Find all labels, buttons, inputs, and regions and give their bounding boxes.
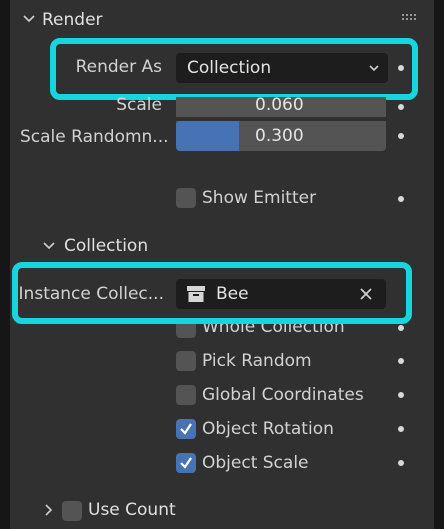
collection-panel-title: Collection (64, 236, 149, 256)
scale-label: Scale (116, 95, 162, 115)
object-rotation-label: Object Rotation (202, 419, 334, 439)
object-rotation-checkbox[interactable] (176, 419, 196, 439)
animate-property-dot[interactable] (398, 358, 404, 364)
collection-panel-header[interactable]: Collection (40, 234, 240, 260)
highlight-render-as (50, 38, 418, 100)
show-emitter-label: Show Emitter (202, 188, 317, 208)
use-count-panel-header[interactable]: Use Count (40, 498, 240, 524)
render-panel-header[interactable]: Render (18, 8, 418, 34)
pick-random-label: Pick Random (202, 351, 312, 371)
animate-property-dot[interactable] (398, 196, 404, 202)
render-panel-title: Render (42, 10, 103, 30)
highlight-instance-collection (12, 262, 412, 324)
global-coordinates-label: Global Coordinates (202, 385, 364, 405)
animate-property-dot[interactable] (398, 392, 404, 398)
pick-random-checkbox[interactable] (176, 351, 196, 371)
checkmark-icon (180, 423, 192, 435)
show-emitter-checkbox[interactable] (176, 188, 196, 208)
object-scale-checkbox[interactable] (176, 453, 196, 473)
animate-property-dot[interactable] (398, 325, 404, 331)
scale-randomness-label: Scale Randomn... (20, 127, 169, 147)
scale-field[interactable]: 0.060 (176, 95, 386, 117)
scale-randomness-value: 0.300 (255, 126, 304, 146)
object-scale-label: Object Scale (202, 453, 309, 473)
animate-property-dot[interactable] (398, 460, 404, 466)
animate-property-dot[interactable] (398, 426, 404, 432)
drag-handle-icon[interactable] (402, 14, 418, 22)
use-count-label: Use Count (88, 500, 176, 520)
scale-randomness-slider[interactable]: 0.300 (176, 121, 386, 151)
animate-property-dot[interactable] (398, 133, 404, 139)
scale-value: 0.060 (255, 95, 304, 115)
slider-fill (176, 121, 239, 151)
use-count-checkbox[interactable] (62, 501, 82, 521)
chevron-down-icon (43, 242, 55, 250)
animate-property-dot[interactable] (398, 104, 404, 110)
global-coordinates-checkbox[interactable] (176, 385, 196, 405)
checkmark-icon (180, 457, 192, 469)
chevron-right-icon (45, 504, 53, 516)
chevron-down-icon (23, 15, 35, 23)
